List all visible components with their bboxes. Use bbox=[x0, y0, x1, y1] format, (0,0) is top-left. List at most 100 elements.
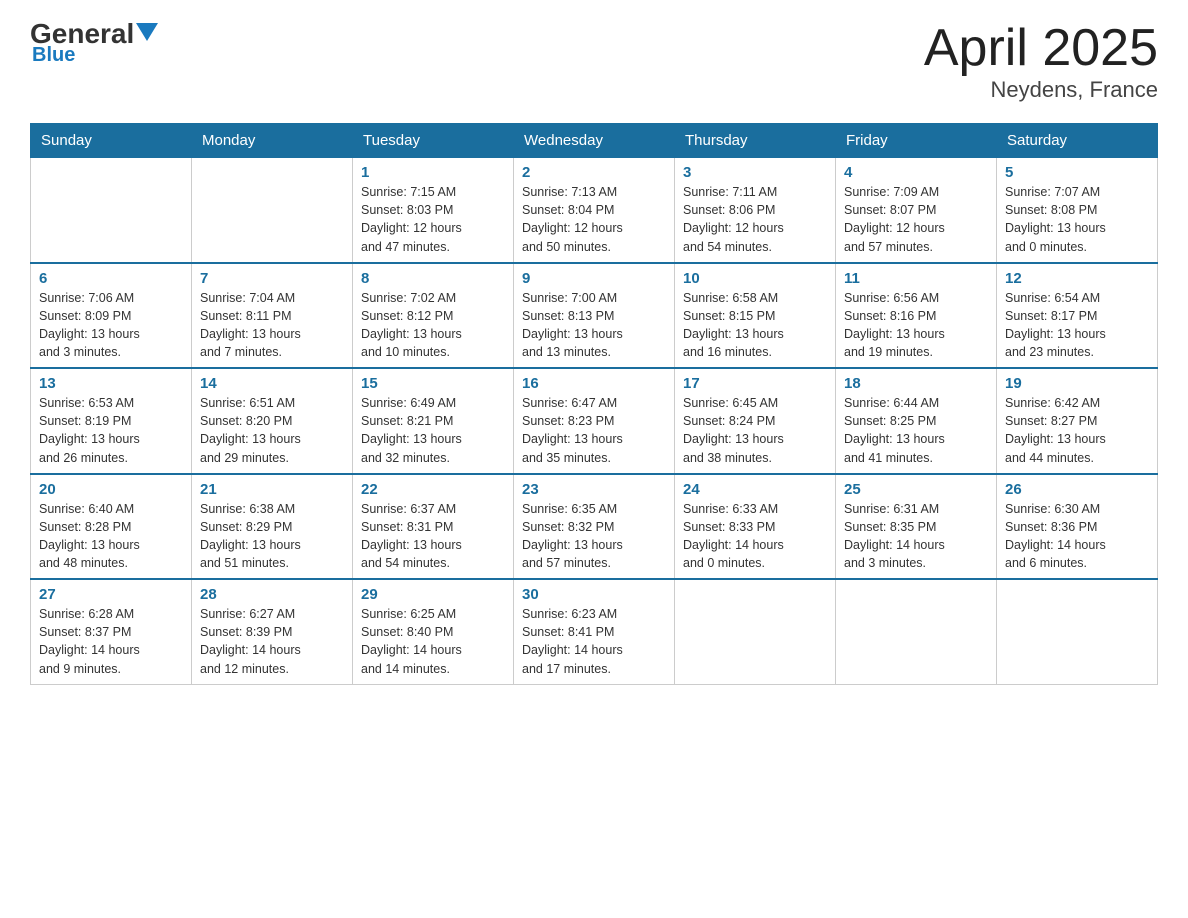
day-number: 7 bbox=[200, 270, 344, 287]
table-row: 2 Sunrise: 7:13 AM Sunset: 8:04 PM Daylig… bbox=[514, 158, 675, 263]
day-number: 1 bbox=[361, 164, 505, 181]
day-info: Sunrise: 6:56 AM Sunset: 8:16 PM Dayligh… bbox=[844, 289, 988, 362]
day-number: 3 bbox=[683, 164, 827, 181]
logo-triangle-icon bbox=[136, 23, 158, 41]
day-info: Sunrise: 6:54 AM Sunset: 8:17 PM Dayligh… bbox=[1005, 289, 1149, 362]
day-info: Sunrise: 6:23 AM Sunset: 8:41 PM Dayligh… bbox=[522, 605, 666, 678]
day-number: 6 bbox=[39, 270, 183, 287]
table-row bbox=[836, 579, 997, 684]
table-row: 21 Sunrise: 6:38 AM Sunset: 8:29 PM Dayli… bbox=[192, 474, 353, 580]
table-row: 26 Sunrise: 6:30 AM Sunset: 8:36 PM Dayli… bbox=[997, 474, 1158, 580]
col-tuesday: Tuesday bbox=[353, 124, 514, 158]
calendar-row: 13Sunrise: 6:53 AM Sunset: 8:19 PM Dayli… bbox=[31, 368, 1158, 474]
day-number: 23 bbox=[522, 481, 666, 498]
day-info: Sunrise: 7:00 AM Sunset: 8:13 PM Dayligh… bbox=[522, 289, 666, 362]
table-row: 13Sunrise: 6:53 AM Sunset: 8:19 PM Dayli… bbox=[31, 368, 192, 474]
calendar-row: 27 Sunrise: 6:28 AM Sunset: 8:37 PM Dayli… bbox=[31, 579, 1158, 684]
table-row: 20 Sunrise: 6:40 AM Sunset: 8:28 PM Dayli… bbox=[31, 474, 192, 580]
logo: General Blue bbox=[30, 20, 158, 67]
day-number: 22 bbox=[361, 481, 505, 498]
col-friday: Friday bbox=[836, 124, 997, 158]
day-info: Sunrise: 6:40 AM Sunset: 8:28 PM Dayligh… bbox=[39, 500, 183, 573]
day-number: 18 bbox=[844, 375, 988, 392]
day-number: 15 bbox=[361, 375, 505, 392]
page-header: General Blue April 2025 Neydens, France bbox=[30, 20, 1158, 103]
day-info: Sunrise: 6:51 AM Sunset: 8:20 PM Dayligh… bbox=[200, 394, 344, 467]
day-number: 14 bbox=[200, 375, 344, 392]
day-number: 26 bbox=[1005, 481, 1149, 498]
table-row: 19 Sunrise: 6:42 AM Sunset: 8:27 PM Dayli… bbox=[997, 368, 1158, 474]
table-row: 27 Sunrise: 6:28 AM Sunset: 8:37 PM Dayli… bbox=[31, 579, 192, 684]
day-info: Sunrise: 6:33 AM Sunset: 8:33 PM Dayligh… bbox=[683, 500, 827, 573]
table-row bbox=[31, 158, 192, 263]
table-row: 11 Sunrise: 6:56 AM Sunset: 8:16 PM Dayli… bbox=[836, 263, 997, 369]
table-row: 29 Sunrise: 6:25 AM Sunset: 8:40 PM Dayli… bbox=[353, 579, 514, 684]
day-info: Sunrise: 6:53 AM Sunset: 8:19 PM Dayligh… bbox=[39, 394, 183, 467]
day-info: Sunrise: 6:27 AM Sunset: 8:39 PM Dayligh… bbox=[200, 605, 344, 678]
calendar-row: 1 Sunrise: 7:15 AM Sunset: 8:03 PM Daylig… bbox=[31, 158, 1158, 263]
day-number: 16 bbox=[522, 375, 666, 392]
day-number: 17 bbox=[683, 375, 827, 392]
day-info: Sunrise: 6:25 AM Sunset: 8:40 PM Dayligh… bbox=[361, 605, 505, 678]
day-info: Sunrise: 6:47 AM Sunset: 8:23 PM Dayligh… bbox=[522, 394, 666, 467]
day-info: Sunrise: 6:28 AM Sunset: 8:37 PM Dayligh… bbox=[39, 605, 183, 678]
day-number: 25 bbox=[844, 481, 988, 498]
col-thursday: Thursday bbox=[675, 124, 836, 158]
table-row: 3 Sunrise: 7:11 AM Sunset: 8:06 PM Daylig… bbox=[675, 158, 836, 263]
day-number: 24 bbox=[683, 481, 827, 498]
table-row bbox=[997, 579, 1158, 684]
day-info: Sunrise: 7:04 AM Sunset: 8:11 PM Dayligh… bbox=[200, 289, 344, 362]
col-saturday: Saturday bbox=[997, 124, 1158, 158]
table-row: 5 Sunrise: 7:07 AM Sunset: 8:08 PM Daylig… bbox=[997, 158, 1158, 263]
day-info: Sunrise: 7:13 AM Sunset: 8:04 PM Dayligh… bbox=[522, 183, 666, 256]
table-row: 4 Sunrise: 7:09 AM Sunset: 8:07 PM Daylig… bbox=[836, 158, 997, 263]
day-number: 11 bbox=[844, 270, 988, 287]
calendar-header-row: Sunday Monday Tuesday Wednesday Thursday… bbox=[31, 124, 1158, 158]
day-number: 20 bbox=[39, 481, 183, 498]
day-number: 28 bbox=[200, 586, 344, 603]
table-row: 18Sunrise: 6:44 AM Sunset: 8:25 PM Dayli… bbox=[836, 368, 997, 474]
calendar-row: 6 Sunrise: 7:06 AM Sunset: 8:09 PM Daylig… bbox=[31, 263, 1158, 369]
table-row bbox=[192, 158, 353, 263]
day-number: 27 bbox=[39, 586, 183, 603]
day-number: 30 bbox=[522, 586, 666, 603]
day-info: Sunrise: 7:09 AM Sunset: 8:07 PM Dayligh… bbox=[844, 183, 988, 256]
table-row bbox=[675, 579, 836, 684]
day-number: 29 bbox=[361, 586, 505, 603]
day-info: Sunrise: 6:35 AM Sunset: 8:32 PM Dayligh… bbox=[522, 500, 666, 573]
col-wednesday: Wednesday bbox=[514, 124, 675, 158]
calendar-row: 20 Sunrise: 6:40 AM Sunset: 8:28 PM Dayli… bbox=[31, 474, 1158, 580]
col-sunday: Sunday bbox=[31, 124, 192, 158]
title-section: April 2025 Neydens, France bbox=[924, 20, 1158, 103]
table-row: 25 Sunrise: 6:31 AM Sunset: 8:35 PM Dayli… bbox=[836, 474, 997, 580]
day-info: Sunrise: 6:38 AM Sunset: 8:29 PM Dayligh… bbox=[200, 500, 344, 573]
table-row: 17 Sunrise: 6:45 AM Sunset: 8:24 PM Dayli… bbox=[675, 368, 836, 474]
day-info: Sunrise: 6:42 AM Sunset: 8:27 PM Dayligh… bbox=[1005, 394, 1149, 467]
table-row: 14 Sunrise: 6:51 AM Sunset: 8:20 PM Dayli… bbox=[192, 368, 353, 474]
day-info: Sunrise: 7:06 AM Sunset: 8:09 PM Dayligh… bbox=[39, 289, 183, 362]
table-row: 8Sunrise: 7:02 AM Sunset: 8:12 PM Daylig… bbox=[353, 263, 514, 369]
day-info: Sunrise: 6:37 AM Sunset: 8:31 PM Dayligh… bbox=[361, 500, 505, 573]
table-row: 22 Sunrise: 6:37 AM Sunset: 8:31 PM Dayli… bbox=[353, 474, 514, 580]
day-info: Sunrise: 6:49 AM Sunset: 8:21 PM Dayligh… bbox=[361, 394, 505, 467]
table-row: 6 Sunrise: 7:06 AM Sunset: 8:09 PM Daylig… bbox=[31, 263, 192, 369]
day-number: 5 bbox=[1005, 164, 1149, 181]
day-number: 12 bbox=[1005, 270, 1149, 287]
table-row: 24 Sunrise: 6:33 AM Sunset: 8:33 PM Dayli… bbox=[675, 474, 836, 580]
day-info: Sunrise: 7:11 AM Sunset: 8:06 PM Dayligh… bbox=[683, 183, 827, 256]
table-row: 16 Sunrise: 6:47 AM Sunset: 8:23 PM Dayli… bbox=[514, 368, 675, 474]
day-number: 2 bbox=[522, 164, 666, 181]
day-number: 21 bbox=[200, 481, 344, 498]
table-row: 7 Sunrise: 7:04 AM Sunset: 8:11 PM Daylig… bbox=[192, 263, 353, 369]
table-row: 30 Sunrise: 6:23 AM Sunset: 8:41 PM Dayli… bbox=[514, 579, 675, 684]
day-info: Sunrise: 6:45 AM Sunset: 8:24 PM Dayligh… bbox=[683, 394, 827, 467]
day-info: Sunrise: 7:07 AM Sunset: 8:08 PM Dayligh… bbox=[1005, 183, 1149, 256]
table-row: 28 Sunrise: 6:27 AM Sunset: 8:39 PM Dayli… bbox=[192, 579, 353, 684]
day-info: Sunrise: 7:15 AM Sunset: 8:03 PM Dayligh… bbox=[361, 183, 505, 256]
day-info: Sunrise: 6:31 AM Sunset: 8:35 PM Dayligh… bbox=[844, 500, 988, 573]
day-number: 19 bbox=[1005, 375, 1149, 392]
table-row: 9Sunrise: 7:00 AM Sunset: 8:13 PM Daylig… bbox=[514, 263, 675, 369]
day-number: 8 bbox=[361, 270, 505, 287]
day-info: Sunrise: 6:30 AM Sunset: 8:36 PM Dayligh… bbox=[1005, 500, 1149, 573]
day-number: 4 bbox=[844, 164, 988, 181]
